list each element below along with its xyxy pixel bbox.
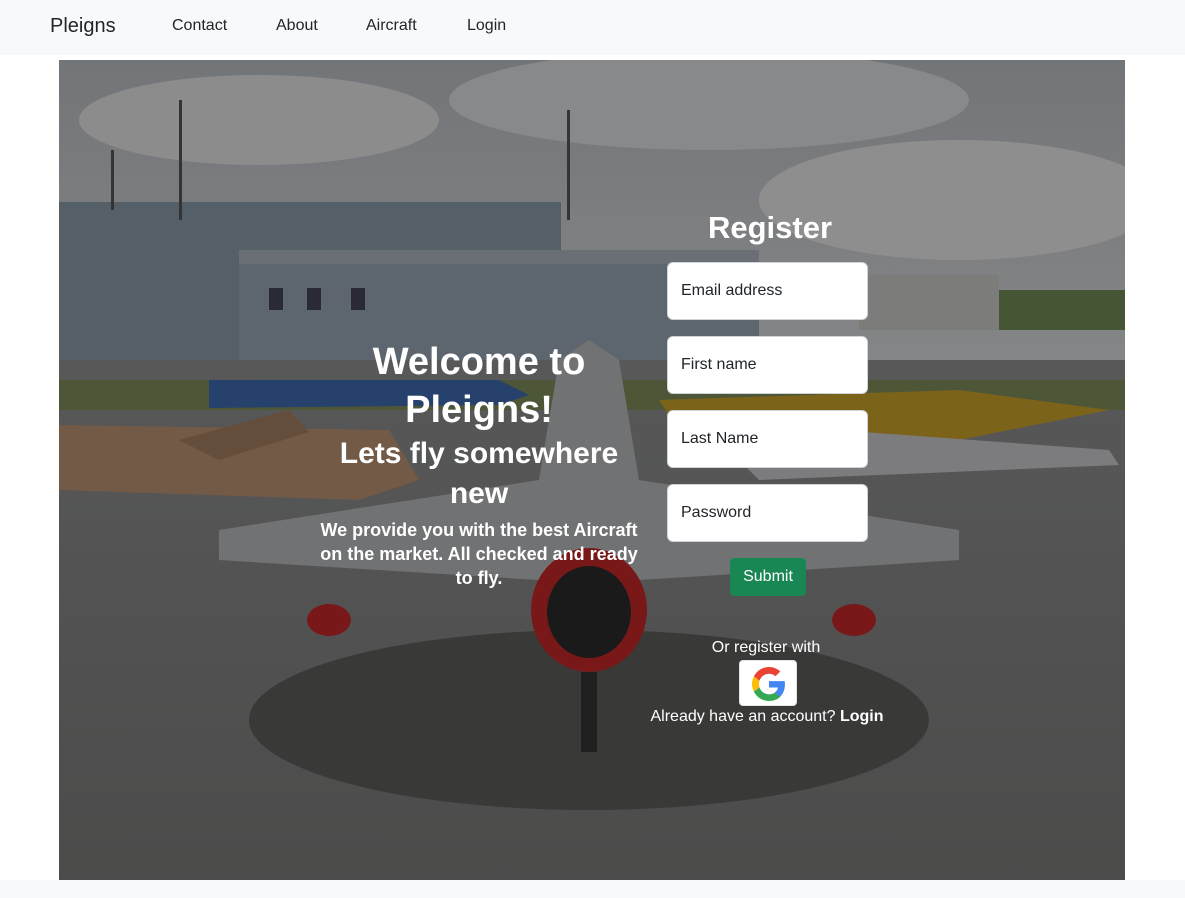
brand-logo[interactable]: Pleigns [50, 15, 116, 38]
first-name-field[interactable] [667, 336, 868, 394]
welcome-description: We provide you with the best Aircraft on… [320, 520, 638, 588]
nav-link-aircraft[interactable]: Aircraft [366, 17, 417, 35]
footer-strip [0, 880, 1185, 898]
google-icon [752, 667, 785, 701]
last-name-field[interactable] [667, 410, 868, 468]
or-register-with-text: Or register with [711, 639, 821, 656]
have-account-text: Already have an account? Login [649, 708, 885, 726]
nav-link-login[interactable]: Login [467, 17, 506, 35]
register-form: Register Submit Or register with Already… [650, 206, 885, 726]
password-field[interactable] [667, 484, 868, 542]
welcome-subtitle: Lets fly somewhere new [339, 437, 619, 510]
hero-section: Welcome to Pleigns! Lets fly somewhere n… [59, 60, 1125, 880]
email-field[interactable] [667, 262, 868, 320]
welcome-block: Welcome to Pleigns! Lets fly somewhere n… [314, 338, 644, 590]
navbar: Pleigns Contact About Aircraft Login [0, 0, 1185, 55]
google-register-button[interactable] [739, 660, 797, 706]
have-account-label: Already have an account? [650, 708, 836, 725]
nav-link-about[interactable]: About [276, 17, 318, 35]
login-link[interactable]: Login [840, 708, 884, 725]
submit-button[interactable]: Submit [730, 558, 806, 596]
register-heading: Register [707, 210, 833, 245]
welcome-title: Welcome to Pleigns! [372, 341, 586, 431]
nav-link-contact[interactable]: Contact [172, 17, 227, 35]
